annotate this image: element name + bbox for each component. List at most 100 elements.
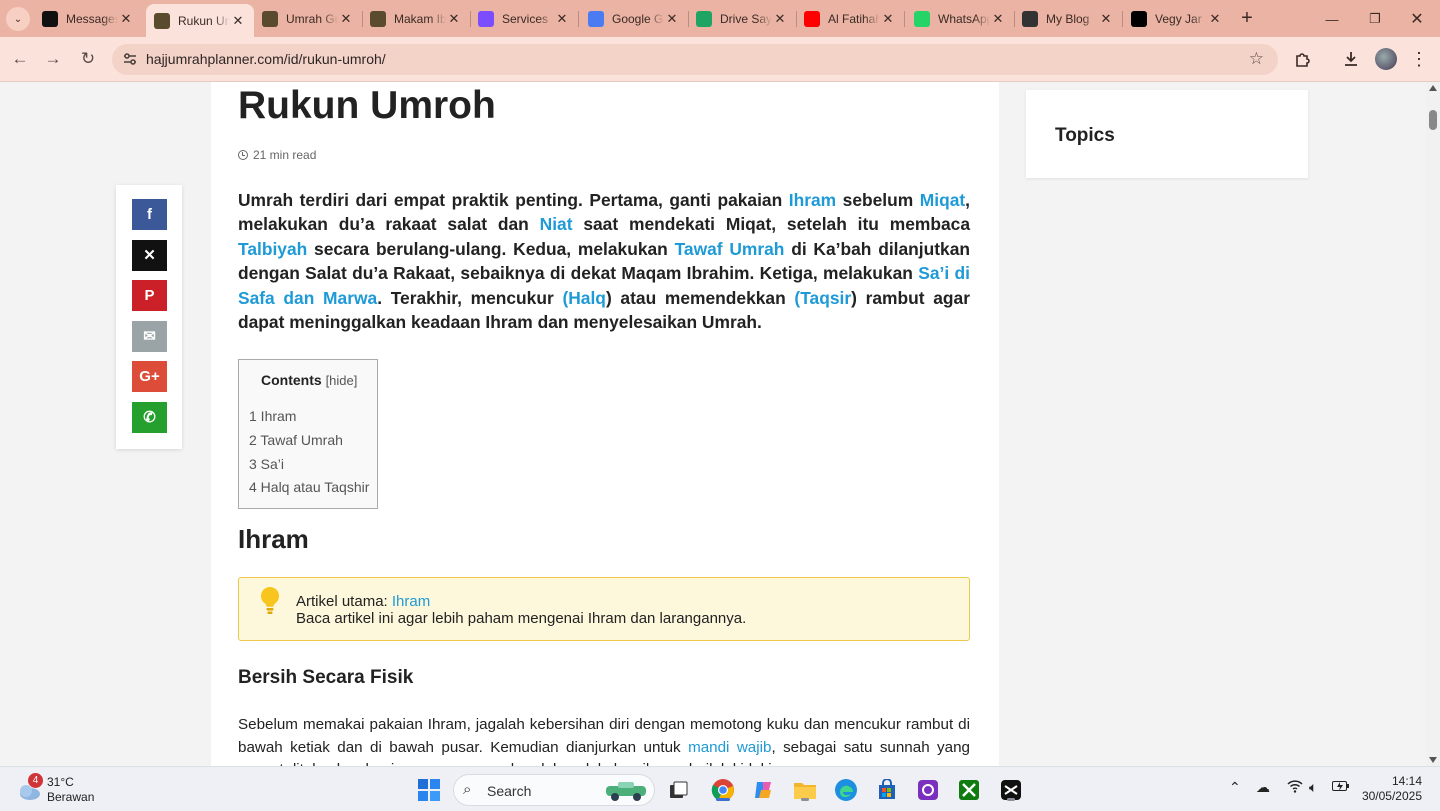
menu-kebab-icon[interactable]: ⋮ bbox=[1407, 47, 1431, 71]
task-view-icon[interactable] bbox=[666, 777, 692, 803]
googleplus-share-button[interactable]: G+ bbox=[132, 361, 167, 392]
toc-hide-toggle[interactable]: [hide] bbox=[326, 373, 358, 388]
microsoft-store-icon[interactable] bbox=[874, 777, 900, 803]
xbox-icon[interactable] bbox=[956, 777, 982, 803]
browser-tab[interactable]: Vegy Jar ✕ bbox=[1123, 5, 1231, 33]
search-highlight-art-icon[interactable] bbox=[604, 778, 650, 802]
new-tab-button[interactable]: + bbox=[1236, 8, 1258, 30]
drive-icon bbox=[696, 11, 712, 27]
browser-tab[interactable]: WhatsApp ✕ bbox=[906, 5, 1014, 33]
taskbar-time[interactable]: 14:14 bbox=[1378, 774, 1422, 788]
section-heading-ihram: Ihram bbox=[238, 524, 309, 554]
link-niat[interactable]: Niat bbox=[540, 214, 573, 234]
table-of-contents: Contents [hide] 1 Ihram 2 Tawaf Umrah 3 … bbox=[238, 359, 378, 509]
toc-item-tawaf-umrah[interactable]: 2 Tawaf Umrah bbox=[249, 432, 343, 448]
kaaba-icon bbox=[262, 11, 278, 27]
address-bar[interactable]: hajjumrahplanner.com/id/rukun-umroh/ ☆ bbox=[112, 44, 1278, 75]
lightbulb-icon bbox=[260, 586, 280, 614]
profile-avatar[interactable] bbox=[1375, 48, 1397, 70]
x-share-button[interactable]: ✕ bbox=[132, 239, 167, 271]
tab-search-button[interactable]: ⌄ bbox=[6, 7, 30, 31]
toc-item-halq[interactable]: 4 Halq atau Taqshir bbox=[249, 479, 369, 495]
intro-paragraph: Umrah terdiri dari empat praktik penting… bbox=[238, 190, 970, 333]
close-tab-icon[interactable]: ✕ bbox=[446, 11, 462, 27]
link-halq[interactable]: (Halq bbox=[562, 288, 605, 308]
notice-link-ihram[interactable]: Ihram bbox=[392, 593, 430, 610]
onedrive-icon[interactable]: ☁ bbox=[1256, 779, 1270, 796]
close-window-button[interactable]: ✕ bbox=[1394, 6, 1440, 32]
edge-icon[interactable] bbox=[833, 777, 859, 803]
link-ihram[interactable]: Ihram bbox=[789, 190, 836, 210]
facebook-share-button[interactable]: f bbox=[132, 199, 167, 230]
url-text[interactable]: hajjumrahplanner.com/id/rukun-umroh/ bbox=[146, 51, 386, 67]
close-tab-icon[interactable]: ✕ bbox=[338, 11, 354, 27]
app-launcher-purple-icon[interactable] bbox=[915, 777, 941, 803]
email-share-button[interactable]: ✉ bbox=[132, 320, 167, 352]
close-tab-icon[interactable]: ✕ bbox=[990, 11, 1006, 27]
volume-icon[interactable]: 🔈︎ bbox=[1309, 779, 1317, 796]
close-tab-icon[interactable]: ✕ bbox=[554, 11, 570, 27]
taskbar-search[interactable]: ⌕ Search bbox=[453, 774, 655, 806]
weather-condition[interactable]: Berawan bbox=[47, 790, 94, 804]
wifi-icon[interactable] bbox=[1287, 779, 1303, 796]
toc-item-sai[interactable]: 3 Sa’i bbox=[249, 456, 284, 472]
link-miqat[interactable]: Miqat bbox=[920, 190, 965, 210]
restore-button[interactable]: ❐ bbox=[1352, 6, 1398, 32]
browser-tab[interactable]: My Blog ✕ bbox=[1014, 5, 1122, 33]
bookmark-star-icon[interactable]: ☆ bbox=[1249, 49, 1264, 69]
copilot-icon[interactable] bbox=[751, 777, 777, 803]
scroll-down-arrow-icon[interactable] bbox=[1429, 757, 1437, 763]
reload-icon[interactable]: ↻ bbox=[76, 47, 100, 71]
link-mandi-wajib[interactable]: mandi wajib bbox=[688, 739, 771, 756]
close-tab-icon[interactable]: ✕ bbox=[664, 11, 680, 27]
extensions-icon[interactable] bbox=[1291, 47, 1315, 71]
browser-tab[interactable]: Umrah Guide✕ bbox=[254, 5, 362, 33]
toc-item-ihram[interactable]: 1 Ihram bbox=[249, 408, 296, 424]
blog-icon bbox=[1022, 11, 1038, 27]
browser-tab[interactable]: Google Gemini✕ bbox=[580, 5, 688, 33]
scroll-thumb[interactable] bbox=[1429, 110, 1437, 130]
browser-tab[interactable]: Messages ✕ bbox=[34, 5, 142, 33]
close-tab-icon[interactable]: ✕ bbox=[118, 11, 134, 27]
browser-tab[interactable]: Drive Saya✕ bbox=[688, 5, 796, 33]
link-talbiyah[interactable]: Talbiyah bbox=[238, 239, 307, 259]
scroll-up-arrow-icon[interactable] bbox=[1429, 85, 1437, 91]
tab-title: Services bbox=[502, 12, 549, 26]
tab-title: Vegy Jar bbox=[1155, 12, 1202, 26]
kaaba-icon bbox=[370, 11, 386, 27]
close-tab-icon[interactable]: ✕ bbox=[880, 11, 896, 27]
close-tab-icon[interactable]: ✕ bbox=[1098, 11, 1114, 27]
close-tab-icon[interactable]: ✕ bbox=[1207, 11, 1223, 27]
link-taqsir[interactable]: (Taqsir bbox=[794, 288, 851, 308]
back-icon[interactable]: ← bbox=[8, 47, 32, 71]
toc-heading: Contents [hide] bbox=[261, 372, 358, 388]
weather-temperature[interactable]: 31°C bbox=[47, 775, 74, 789]
browser-tab[interactable]: Al Fatihah ✕ bbox=[796, 5, 904, 33]
minimize-button[interactable]: — bbox=[1309, 6, 1355, 32]
whatsapp-icon bbox=[914, 11, 930, 27]
page-scrollbar[interactable] bbox=[1426, 82, 1440, 766]
capcut-icon[interactable] bbox=[998, 777, 1024, 803]
show-hidden-icons-chevron-icon[interactable]: ⌃ bbox=[1229, 779, 1241, 796]
battery-icon[interactable] bbox=[1332, 779, 1350, 795]
close-tab-icon[interactable]: ✕ bbox=[772, 11, 788, 27]
taskbar-date[interactable]: 30/05/2025 bbox=[1360, 789, 1422, 803]
browser-tab[interactable]: Makam Ibrahim✕ bbox=[362, 5, 470, 33]
main-article-notice: Artikel utama: Ihram Baca artikel ini ag… bbox=[238, 577, 970, 641]
windows-start-icon[interactable] bbox=[416, 777, 442, 803]
pinterest-share-button[interactable]: P bbox=[132, 280, 167, 311]
tab-title: Google Gemini bbox=[612, 12, 664, 26]
whatsapp-share-button[interactable]: ✆ bbox=[132, 401, 167, 433]
chrome-taskbar-icon[interactable] bbox=[710, 777, 736, 803]
kaaba-icon bbox=[154, 12, 170, 29]
browser-tab[interactable]: Services ✕ bbox=[470, 5, 578, 33]
site-info-icon[interactable] bbox=[122, 51, 138, 67]
forward-icon[interactable]: → bbox=[41, 47, 65, 71]
tab-title: Drive Saya bbox=[720, 12, 772, 26]
tab-separator bbox=[578, 11, 579, 27]
browser-tab[interactable]: Rukun Umroh✕ bbox=[146, 4, 254, 37]
file-explorer-icon[interactable] bbox=[792, 777, 818, 803]
link-tawaf-umrah[interactable]: Tawaf Umrah bbox=[675, 239, 785, 259]
downloads-icon[interactable] bbox=[1339, 47, 1363, 71]
close-tab-icon[interactable]: ✕ bbox=[230, 13, 246, 29]
